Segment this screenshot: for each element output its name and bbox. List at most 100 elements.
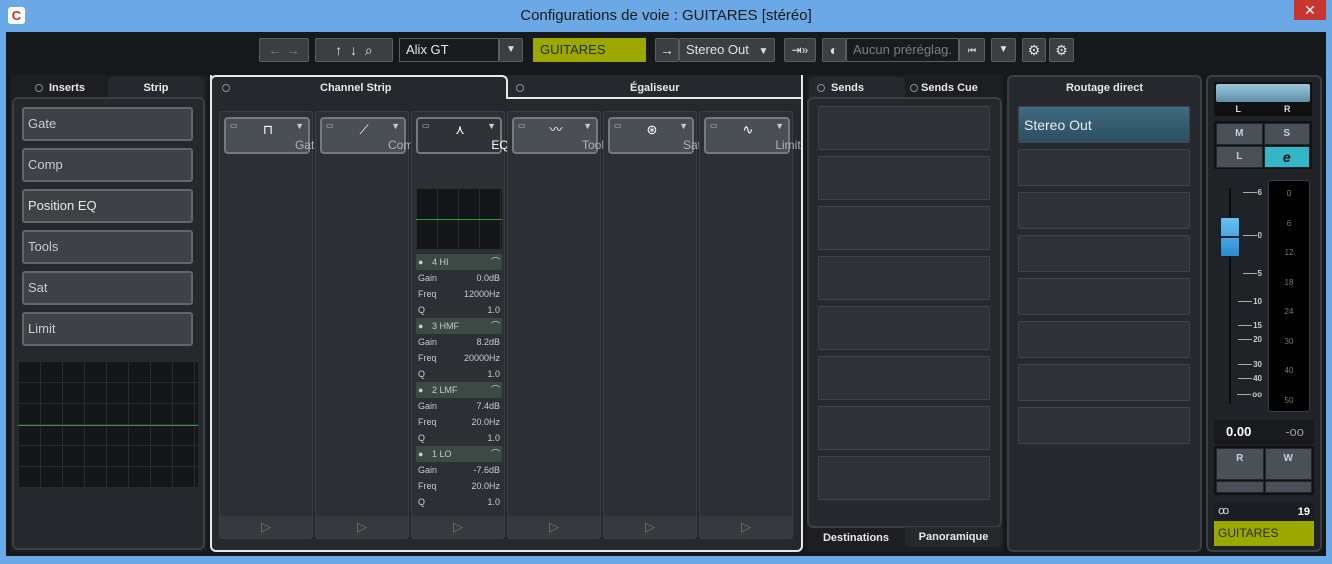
chevron-down-icon[interactable]: ▼ xyxy=(499,38,523,62)
module-button[interactable]: ▭ 〰 ▼ Tools xyxy=(512,117,610,154)
routing-slot[interactable] xyxy=(1018,364,1190,401)
settings-page-icon[interactable]: ⚙ xyxy=(1022,38,1046,62)
tab-channel-strip[interactable]: Channel Strip xyxy=(210,75,508,99)
play-icon[interactable]: ▷ xyxy=(700,516,792,538)
eq-freq-row[interactable]: Freq 12000Hz xyxy=(416,286,502,302)
close-button[interactable]: ✕ xyxy=(1294,0,1326,20)
empty-button[interactable] xyxy=(1264,481,1312,493)
eq-freq-row[interactable]: Freq 20.0Hz xyxy=(416,478,502,494)
forward-icon[interactable]: → xyxy=(286,42,300,58)
routing-slot[interactable] xyxy=(1018,321,1190,358)
routing-slot[interactable] xyxy=(1018,278,1190,315)
preset-reset-button[interactable]: ⏮ xyxy=(959,38,985,62)
channel-select[interactable]: Alix GT xyxy=(399,38,499,62)
routing-slot[interactable]: Stereo Out xyxy=(1018,106,1190,143)
volume-value[interactable]: 0.00 xyxy=(1226,420,1251,444)
send-slot[interactable] xyxy=(818,356,990,400)
module-button[interactable]: ▭ ⋏ ▼ EQ xyxy=(416,117,509,154)
send-slot[interactable] xyxy=(818,306,990,350)
module-button[interactable]: ▭ ⟋ ▼ Comp xyxy=(320,117,420,154)
tab-inserts[interactable]: Inserts xyxy=(14,79,106,97)
channel-buttons: M S L e xyxy=(1214,121,1312,169)
eq-gain-row[interactable]: Gain 7.4dB xyxy=(416,398,502,414)
eq-band-header[interactable]: ● 4 HI ⌒ xyxy=(416,254,502,270)
routing-slot[interactable] xyxy=(1018,149,1190,186)
play-icon[interactable]: ▷ xyxy=(604,516,696,538)
edit-button[interactable]: e xyxy=(1263,146,1310,168)
strip-slot-sat[interactable]: Sat xyxy=(22,271,193,305)
module-eq: ▭ ⋏ ▼ EQ ● 4 HI ⌒ Gain 0.0dB Freq 12000Hz Q 1.0 ● 3 … xyxy=(411,111,509,539)
back-icon[interactable]: ← xyxy=(268,42,282,58)
play-icon[interactable]: ▷ xyxy=(316,516,408,538)
module-button[interactable]: ▭ ⊓ ▼ Gate xyxy=(224,117,321,154)
send-slot[interactable] xyxy=(818,156,990,200)
eq-freq-row[interactable]: Freq 20.0Hz xyxy=(416,414,502,430)
module-limit: ▭ ∿ ▼ Limit ▷ xyxy=(699,111,801,539)
eq-q-row[interactable]: Q 1.0 xyxy=(416,302,502,318)
preset-menu-button[interactable]: ▼ xyxy=(991,38,1016,62)
tab-destinations[interactable]: Destinations xyxy=(810,528,902,548)
strip-slot-tools[interactable]: Tools xyxy=(22,230,193,264)
channel-nav[interactable]: ↑ ↓ ⌕ xyxy=(315,38,393,62)
tab-sends-cue[interactable]: Sends Cue xyxy=(910,79,1002,97)
read-button[interactable]: R xyxy=(1216,448,1264,480)
eq-gain-row[interactable]: Gain -7.6dB xyxy=(416,462,502,478)
eq-gain-row[interactable]: Gain 0.0dB xyxy=(416,270,502,286)
tab-panoramique[interactable]: Panoramique xyxy=(905,527,1002,547)
preset-field[interactable]: Aucun préréglag. xyxy=(846,38,959,62)
play-icon[interactable]: ▷ xyxy=(508,516,600,538)
channel-name-label[interactable]: GUITARES xyxy=(1214,521,1314,546)
eq-q-row[interactable]: Q 1.0 xyxy=(416,430,502,446)
routing-slot[interactable] xyxy=(1018,407,1190,444)
routing-button[interactable]: ⇥» xyxy=(784,38,816,62)
strip-slot-comp[interactable]: Comp xyxy=(22,148,193,182)
down-icon[interactable]: ↓ xyxy=(350,42,357,58)
eq-band-header[interactable]: ● 3 HMF ⌒ xyxy=(416,318,502,334)
power-icon: ▭ xyxy=(422,121,430,130)
solo-button[interactable]: S xyxy=(1263,123,1310,145)
eq-band-header[interactable]: ● 1 LO ⌒ xyxy=(416,446,502,462)
routing-slot[interactable] xyxy=(1018,235,1190,272)
chevron-down-icon: ▼ xyxy=(487,121,496,131)
preset-icon[interactable]: ◐ xyxy=(822,38,846,62)
mute-button[interactable]: M xyxy=(1216,123,1263,145)
play-icon[interactable]: ▷ xyxy=(412,516,504,538)
listen-button[interactable]: L xyxy=(1216,146,1263,168)
pan-control[interactable]: LR xyxy=(1214,82,1312,116)
module-button[interactable]: ▭ ∿ ▼ Limit xyxy=(704,117,801,154)
peak-value[interactable]: -oo xyxy=(1285,420,1304,444)
strip-slot-gate[interactable]: Gate xyxy=(22,107,193,141)
tab-strip[interactable]: Strip xyxy=(108,77,204,99)
play-icon[interactable]: ▷ xyxy=(220,516,312,538)
routing-slot[interactable] xyxy=(1018,192,1190,229)
eq-freq-row[interactable]: Freq 20000Hz xyxy=(416,350,502,366)
strip-slot-position-eq[interactable]: Position EQ xyxy=(22,189,193,223)
tab-egaliseur[interactable]: Égaliseur xyxy=(508,79,802,97)
send-slot[interactable] xyxy=(818,406,990,450)
tab-sends[interactable]: Sends xyxy=(809,77,905,99)
eq-q-row[interactable]: Q 1.0 xyxy=(416,494,502,510)
power-icon: ▭ xyxy=(230,121,238,130)
write-button[interactable]: W xyxy=(1264,448,1312,480)
send-slot[interactable] xyxy=(818,456,990,500)
channel-name-field[interactable]: GUITARES xyxy=(533,38,646,62)
up-icon[interactable]: ↑ xyxy=(335,42,342,58)
empty-button[interactable] xyxy=(1216,481,1264,493)
send-slot[interactable] xyxy=(818,106,990,150)
eq-gain-row[interactable]: Gain 8.2dB xyxy=(416,334,502,350)
search-icon[interactable]: ⌕ xyxy=(365,42,373,58)
meter-scale-tick: 12 xyxy=(1284,248,1294,257)
strip-slot-limit[interactable]: Limit xyxy=(22,312,193,346)
history-nav[interactable]: ← → xyxy=(259,38,309,62)
meter-scale-tick: 18 xyxy=(1284,277,1294,287)
eq-q-row[interactable]: Q 1.0 xyxy=(416,366,502,382)
fader-scale-tick: 10 xyxy=(1236,297,1262,306)
eq-band-header[interactable]: ● 2 LMF ⌒ xyxy=(416,382,502,398)
output-select[interactable]: Stereo Out ▼ xyxy=(679,38,775,62)
limit-icon: ∿ xyxy=(742,122,754,137)
send-slot[interactable] xyxy=(818,256,990,300)
gear-icon[interactable]: ⚙ xyxy=(1049,38,1074,62)
send-slot[interactable] xyxy=(818,206,990,250)
chevron-down-icon: ▼ xyxy=(583,121,592,131)
module-button[interactable]: ▭ ⊛ ▼ Sat xyxy=(608,117,701,154)
